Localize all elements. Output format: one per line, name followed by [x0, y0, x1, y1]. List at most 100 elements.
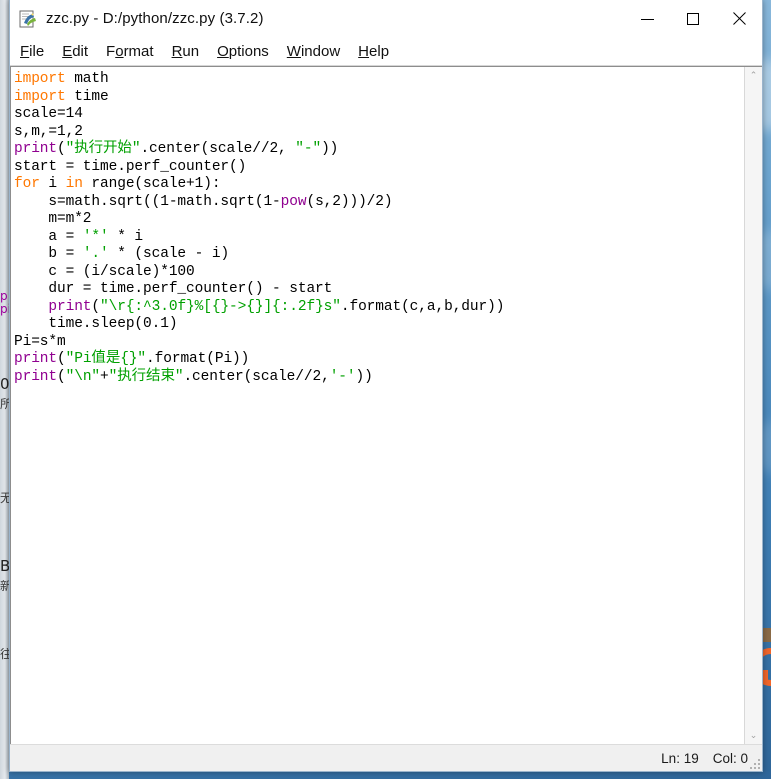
- code-line: ​: [14, 386, 744, 404]
- title-bar[interactable]: zzc.py - D:/python/zzc.py (3.7.2): [10, 0, 762, 38]
- code-token: (s,2)))/2): [306, 193, 393, 210]
- code-token: "\n": [65, 368, 101, 385]
- code-token: dur = time.perf_counter() - start: [14, 281, 333, 297]
- status-line-number: Ln: 19: [661, 750, 699, 766]
- code-line: m=m*2: [14, 211, 744, 229]
- scroll-up-icon[interactable]: ⌃: [745, 67, 762, 84]
- code-token: print: [14, 368, 58, 385]
- code-token: import: [14, 88, 66, 105]
- code-token: s,m,=1,2: [14, 123, 83, 140]
- status-column-number: Col: 0: [712, 750, 748, 766]
- code-line: dur = time.perf_counter() - start: [14, 281, 744, 299]
- code-token: s=math.sqrt((1-math.sqrt(1-: [14, 193, 281, 210]
- code-token: print: [48, 298, 92, 315]
- code-token: '*': [82, 228, 109, 245]
- code-line: s,m,=1,2: [14, 124, 744, 142]
- code-token: print: [14, 141, 58, 157]
- code-line: Pi=s*m: [14, 334, 744, 352]
- code-token: range(scale+1):: [82, 176, 221, 192]
- minimize-icon: [640, 19, 654, 20]
- code-token: '-': [329, 368, 356, 385]
- code-token: (: [57, 351, 66, 367]
- code-token: b =: [14, 246, 83, 262]
- window-title: zzc.py - D:/python/zzc.py (3.7.2): [46, 10, 264, 27]
- bg-glyph: 往: [0, 648, 9, 661]
- code-line: scale=14: [14, 106, 744, 124]
- bg-glyph: p: [0, 290, 8, 303]
- menu-item-file[interactable]: File: [20, 43, 54, 60]
- code-token: print: [14, 351, 58, 367]
- background-window-sliver[interactable]: p pi 0 所 无 B 新 往: [0, 0, 9, 779]
- code-token: Pi=s*m: [14, 333, 66, 350]
- code-token: for: [14, 176, 40, 192]
- status-bar: Ln: 19 Col: 0: [10, 744, 762, 771]
- code-token: .format(c,a,b,dur)): [340, 298, 505, 315]
- code-token: * i: [108, 228, 144, 245]
- resize-grip[interactable]: [748, 757, 760, 769]
- code-token: )): [355, 368, 373, 385]
- close-icon: [732, 12, 746, 26]
- scroll-down-icon[interactable]: ⌄: [745, 727, 762, 744]
- code-token: time: [65, 88, 109, 105]
- bg-glyph: 无: [0, 492, 9, 505]
- code-token: "Pi值是{}": [65, 351, 147, 367]
- code-token: * (scale - i): [108, 246, 230, 262]
- code-line: import time: [14, 89, 744, 107]
- code-line: print("\n"+"执行结束".center(scale//2,'-')): [14, 369, 744, 387]
- code-text-area[interactable]: import math import time scale=14 s,m,=1,2 pr…: [11, 67, 744, 744]
- menu-item-help[interactable]: Help: [358, 43, 399, 60]
- bg-glyph: 0: [0, 378, 9, 391]
- code-token: import: [14, 71, 66, 87]
- code-line: time.sleep(0.1): [14, 316, 744, 334]
- code-token: i: [39, 176, 66, 192]
- maximize-icon: [687, 12, 699, 25]
- code-token: time.sleep(0.1): [14, 316, 178, 332]
- code-line: start = time.perf_counter(): [14, 159, 744, 177]
- code-token: .center(scale//2,: [140, 141, 296, 157]
- code-token: "-": [295, 141, 322, 157]
- code-token: start = time.perf_counter(): [14, 158, 247, 175]
- idle-python-icon: [19, 9, 39, 29]
- code-token: c = (i/scale)*100: [14, 263, 195, 280]
- code-token: a =: [14, 228, 83, 245]
- code-token: '.': [82, 246, 109, 262]
- code-line: c = (i/scale)*100: [14, 264, 744, 282]
- code-token: (: [91, 298, 101, 315]
- code-line: print("执行开始".center(scale//2, "-")): [14, 141, 744, 159]
- code-token: )): [321, 141, 339, 157]
- menu-item-run[interactable]: Run: [172, 43, 210, 60]
- code-token: (: [57, 368, 66, 385]
- code-token: (: [57, 141, 66, 157]
- code-token: pow: [280, 193, 307, 210]
- code-line: for i in range(scale+1):: [14, 176, 744, 194]
- menu-item-window[interactable]: Window: [287, 43, 350, 60]
- code-token: m=m*2: [14, 211, 92, 227]
- code-token: .format(Pi)): [146, 351, 250, 367]
- editor-area: import math import time scale=14 s,m,=1,2 pr…: [10, 66, 762, 744]
- bg-glyph: pi: [0, 303, 9, 316]
- code-token: scale=14: [14, 106, 83, 122]
- maximize-button[interactable]: [670, 0, 716, 37]
- menu-item-edit[interactable]: Edit: [62, 43, 98, 60]
- idle-editor-window: zzc.py - D:/python/zzc.py (3.7.2) File E…: [9, 0, 763, 772]
- code-line: a = '*' * i: [14, 229, 744, 247]
- minimize-button[interactable]: [624, 0, 670, 37]
- menu-item-format[interactable]: Format: [106, 43, 164, 60]
- close-button[interactable]: [716, 0, 762, 37]
- bg-glyph: 所: [0, 398, 9, 411]
- code-line: import math: [14, 71, 744, 89]
- code-token: +: [100, 368, 109, 385]
- code-line: b = '.' * (scale - i): [14, 246, 744, 264]
- code-token: "\r{:^3.0f}%[{}->{}]{:.2f}s": [100, 298, 341, 315]
- code-line: print("\r{:^3.0f}%[{}->{}]{:.2f}s".forma…: [14, 299, 744, 317]
- code-line: print("Pi值是{}".format(Pi)): [14, 351, 744, 369]
- code-line: s=math.sqrt((1-math.sqrt(1-pow(s,2)))/2): [14, 194, 744, 212]
- bg-glyph: 新: [0, 580, 9, 593]
- menu-item-options[interactable]: Options: [217, 43, 279, 60]
- code-token: "执行结束": [108, 368, 184, 385]
- code-token: "执行开始": [65, 141, 141, 157]
- menu-bar: File Edit Format Run Options Window Help: [10, 38, 762, 66]
- vertical-scrollbar[interactable]: ⌃ ⌄: [744, 67, 762, 744]
- code-token: .center(scale//2,: [183, 368, 330, 385]
